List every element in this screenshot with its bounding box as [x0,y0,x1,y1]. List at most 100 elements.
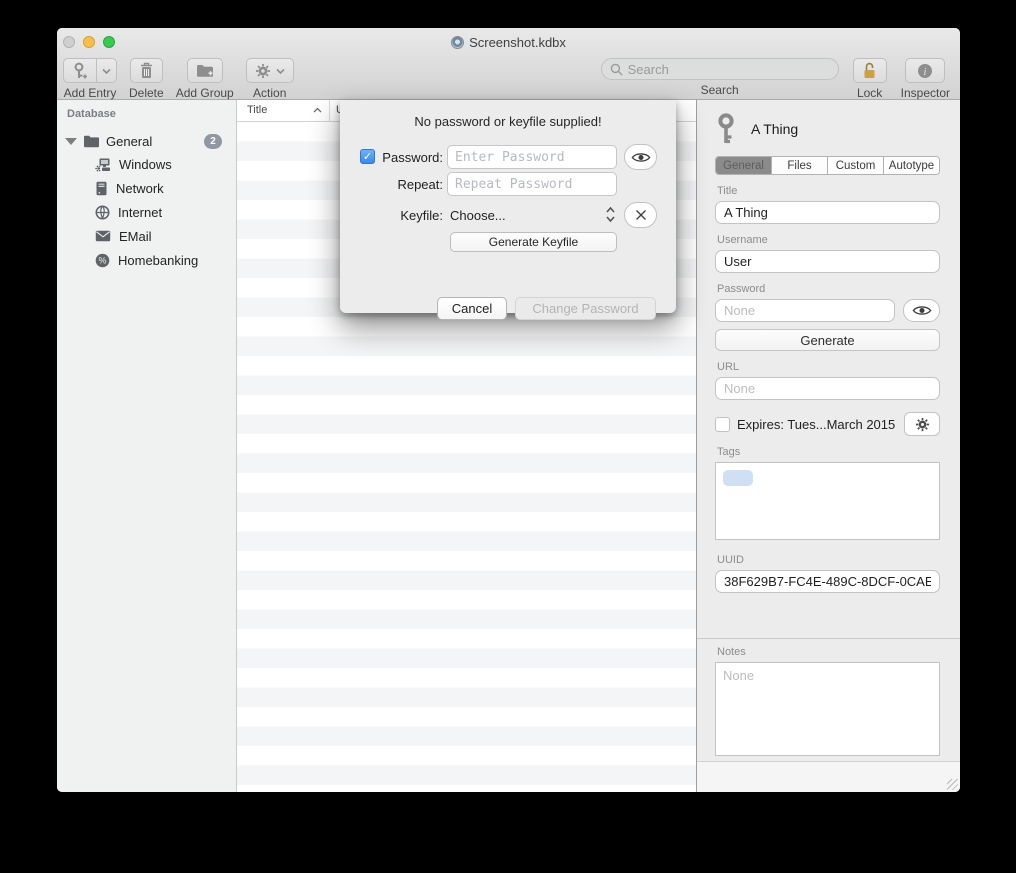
password-field-label: Password [717,283,940,295]
repeat-password-input[interactable] [447,172,617,196]
inspector-panel: A Thing General Files Custom Autotype Ti… [696,100,960,792]
sidebar-item-network[interactable]: Network [57,176,236,200]
search-input[interactable] [628,62,830,77]
trash-icon [139,62,154,79]
percent-icon: % [95,253,110,268]
username-field[interactable] [715,250,940,273]
chevron-down-icon [276,68,285,74]
server-icon [95,181,108,196]
inspector-footer [697,761,960,792]
uuid-field[interactable] [715,570,940,593]
search-control: Search [601,58,839,97]
tab-custom[interactable]: Custom [828,157,884,174]
notes-label: Notes [717,646,940,658]
keyfile-popup[interactable]: Choose... [450,208,506,223]
generate-password-button[interactable]: Generate [715,329,940,351]
chevron-down-icon [102,68,111,74]
tab-autotype[interactable]: Autotype [884,157,939,174]
workgroup-icon [95,157,111,172]
sort-ascending-icon [313,107,322,113]
svg-text:i: i [924,67,927,78]
gear-icon [915,417,930,432]
add-group-control: Add Group [176,58,234,100]
resize-grip[interactable] [947,779,958,790]
svg-text:%: % [98,255,106,265]
title-field[interactable] [715,201,940,224]
tags-box[interactable] [715,462,940,540]
info-icon: i [917,63,933,79]
sidebar-item-label: Windows [119,157,172,172]
change-password-button[interactable]: Change Password [515,297,656,320]
search-icon [610,63,623,76]
entry-count-badge: 2 [204,134,222,149]
uuid-label: UUID [717,554,940,566]
search-field[interactable] [601,58,839,80]
change-password-sheet: No password or keyfile supplied! ✓ Passw… [340,100,676,313]
disclosure-triangle-icon[interactable] [65,138,77,145]
sidebar-item-internet[interactable]: Internet [57,200,236,224]
username-field-label: Username [717,234,940,246]
envelope-icon [95,230,111,242]
gear-icon [255,63,271,79]
password-field[interactable] [715,299,895,322]
sidebar-item-homebanking[interactable]: % Homebanking [57,248,236,272]
popup-stepper-icon[interactable] [605,205,616,224]
notes-field[interactable] [715,662,940,756]
sidebar-item-windows[interactable]: Windows [57,152,236,176]
entry-header: A Thing [715,112,940,146]
title-field-label: Title [717,185,940,197]
tab-files[interactable]: Files [772,157,828,174]
inspector-tabs: General Files Custom Autotype [715,156,940,175]
action-label: Action [253,86,286,100]
lock-button[interactable] [853,58,887,83]
delete-button[interactable] [130,58,163,83]
sidebar-item-email[interactable]: EMail [57,224,236,248]
column-header-title[interactable]: Title [247,104,267,116]
enter-password-input[interactable] [447,145,617,169]
expires-checkbox[interactable] [715,417,730,432]
inspector-label: Inspector [901,86,950,100]
sidebar-item-label: Network [116,181,164,196]
add-entry-button[interactable] [63,58,97,83]
search-label: Search [701,83,739,97]
password-checkbox[interactable]: ✓ [360,149,375,164]
sidebar-item-general[interactable]: General 2 [57,130,236,152]
toolbar: Add Entry Delete [57,54,960,100]
sidebar-item-label: Homebanking [118,253,198,268]
repeat-label: Repeat: [379,177,443,192]
entry-title: A Thing [751,121,798,137]
expires-settings-button[interactable] [904,412,940,436]
delete-control: Delete [129,58,164,100]
inspector-button[interactable]: i [905,58,945,83]
tab-general[interactable]: General [716,157,772,174]
reveal-password-button[interactable] [903,299,940,322]
password-label: Password: [379,150,443,165]
globe-icon [95,205,110,220]
folder-plus-icon [196,63,214,78]
lock-control: Lock [853,58,887,100]
notes-divider [697,638,960,639]
clear-keyfile-button[interactable] [624,202,657,228]
folder-icon [83,134,100,148]
expires-label: Expires: Tues...March 2015 [737,417,904,432]
window-title: Screenshot.kdbx [57,35,960,50]
url-field[interactable] [715,377,940,400]
eye-icon [912,304,932,317]
tags-label: Tags [717,446,940,458]
column-divider[interactable] [329,100,330,122]
add-entry-menu-button[interactable] [97,58,117,83]
add-group-button[interactable] [187,58,223,83]
dialog-message: No password or keyfile supplied! [340,114,676,129]
generate-keyfile-button[interactable]: Generate Keyfile [450,232,617,252]
action-control: Action [246,58,294,100]
sidebar-item-label: General [106,134,152,149]
key-icon [715,113,737,145]
key-plus-icon [72,62,88,80]
reveal-password-button[interactable] [624,144,657,170]
delete-label: Delete [129,86,164,100]
action-button[interactable] [246,58,294,83]
cancel-button[interactable]: Cancel [437,297,507,320]
keyfile-label: Keyfile: [379,208,443,223]
tag-chip[interactable] [723,470,753,486]
sidebar-header: Database [57,108,236,120]
